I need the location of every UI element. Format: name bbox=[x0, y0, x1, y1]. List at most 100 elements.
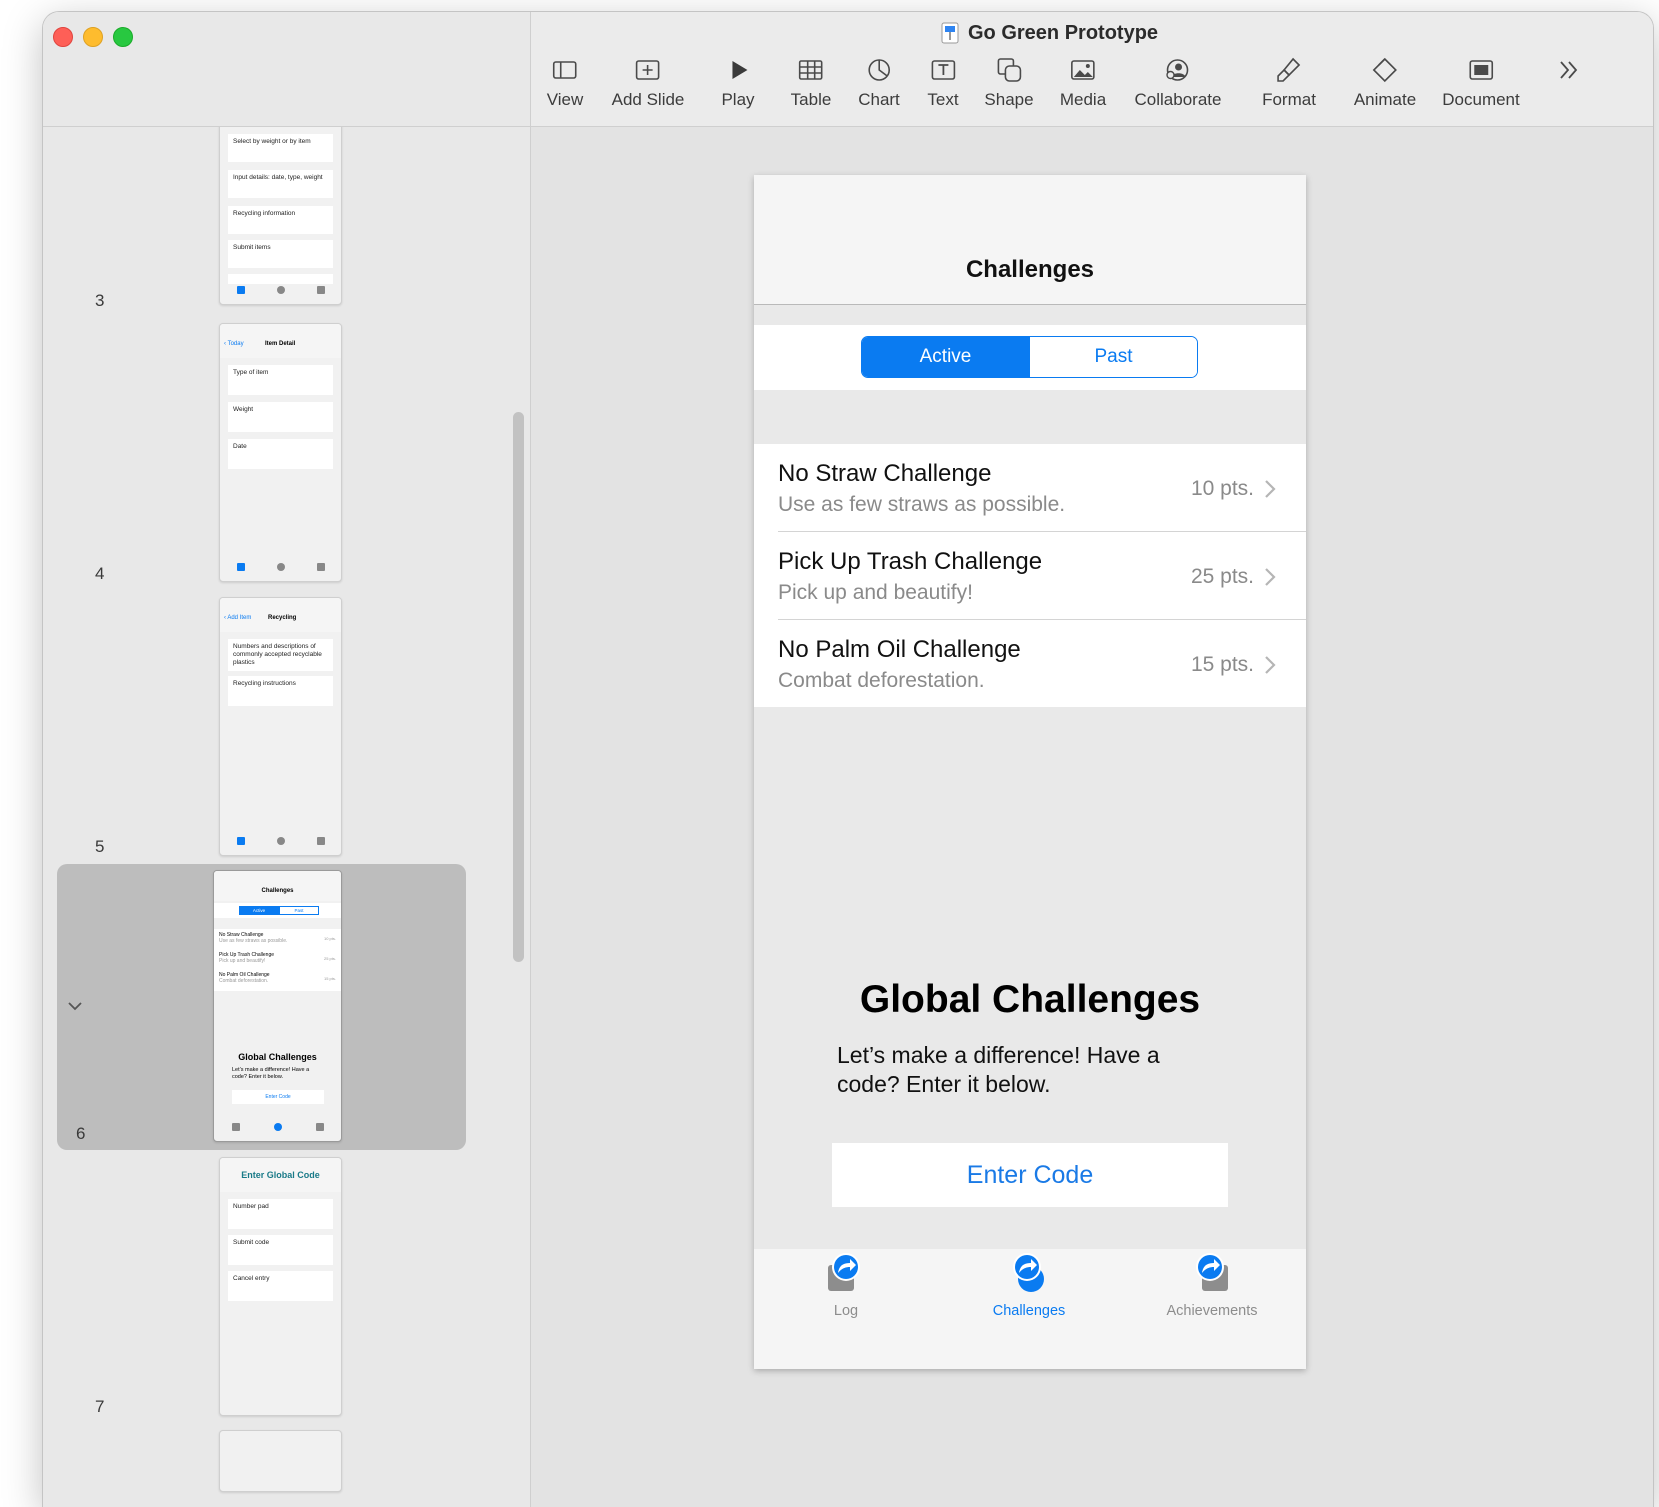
chevron-right-icon bbox=[1265, 656, 1276, 674]
toolbar-collaborate-button[interactable]: Collaborate bbox=[1135, 56, 1221, 110]
toolbar-chart-button[interactable]: Chart bbox=[858, 56, 900, 110]
tab-label: Log bbox=[833, 1303, 859, 1319]
slide-number: 6 bbox=[76, 1124, 86, 1143]
log-icon bbox=[828, 1253, 860, 1291]
tab-bar: Log Challenges Achievements bbox=[754, 1249, 1306, 1369]
list-item[interactable]: Pick Up Trash Challenge Pick up and beau… bbox=[778, 532, 1306, 620]
thumb-navbar: Challenges bbox=[214, 871, 341, 901]
minimize-button[interactable] bbox=[83, 27, 103, 47]
navigation-bar: Challenges bbox=[754, 175, 1306, 305]
thumb-title: Recycling bbox=[268, 615, 297, 621]
thumb-achievements-icon bbox=[316, 1123, 324, 1131]
keynote-document-icon bbox=[941, 22, 959, 44]
text-icon bbox=[931, 60, 955, 80]
toolbar-shape-button[interactable]: Shape bbox=[984, 56, 1034, 110]
toolbar-add-slide-button[interactable]: Add Slide bbox=[611, 56, 685, 110]
collapse-chevron-icon[interactable] bbox=[67, 999, 83, 1011]
thumb-log-icon bbox=[232, 1123, 240, 1131]
list-item[interactable]: No Straw Challenge Use as few straws as … bbox=[778, 444, 1306, 532]
slide-thumbnail-3[interactable]: Select by weight or by item Input detail… bbox=[219, 127, 342, 305]
toolbar-document-button[interactable]: Document bbox=[1442, 56, 1520, 110]
challenges-icon bbox=[1013, 1253, 1044, 1292]
toolbar-media-button[interactable]: Media bbox=[1060, 56, 1106, 110]
document-title: Go Green Prototype bbox=[941, 20, 1158, 46]
enter-code-button[interactable]: Enter Code bbox=[832, 1143, 1228, 1207]
format-brush-icon bbox=[1277, 57, 1301, 82]
document-icon bbox=[1469, 60, 1493, 80]
toolbar-animate-button[interactable]: Animate bbox=[1354, 56, 1416, 110]
thumb-row: Cancel entry bbox=[228, 1271, 333, 1301]
thumb-navbar: ‹ Add Item Recycling bbox=[220, 598, 341, 632]
thumb-achievements-icon bbox=[317, 837, 325, 845]
thumb-log-icon bbox=[237, 837, 245, 845]
media-icon bbox=[1071, 60, 1095, 80]
thumb-challenges-icon bbox=[277, 286, 285, 294]
segment-active[interactable]: Active bbox=[862, 337, 1029, 377]
toolbar-format-button[interactable]: Format bbox=[1262, 56, 1316, 110]
slide-navigator: Select by weight or by item Input detail… bbox=[43, 12, 531, 1507]
thumb-row: Date bbox=[228, 439, 333, 469]
toolbar-table-button[interactable]: Table bbox=[790, 56, 832, 110]
slide-canvas[interactable]: Challenges Active Past No Straw Challeng… bbox=[754, 175, 1306, 1369]
thumb-row: Numbers and descriptions of commonly acc… bbox=[228, 639, 333, 671]
close-button[interactable] bbox=[53, 27, 73, 47]
toolbar-play-button[interactable]: Play bbox=[721, 56, 755, 110]
tab-log[interactable]: Log bbox=[776, 1249, 916, 1319]
challenge-list: No Straw Challenge Use as few straws as … bbox=[754, 444, 1306, 707]
challenge-subtitle: Combat deforestation. bbox=[778, 669, 985, 692]
segmented-control-band: Active Past bbox=[754, 325, 1306, 390]
list-item[interactable]: No Palm Oil Challenge Combat deforestati… bbox=[778, 620, 1306, 707]
thumb-enter-code-button: Enter Code bbox=[232, 1090, 324, 1104]
thumb-list-item-pts: 25 pts. bbox=[323, 956, 336, 961]
achievements-icon bbox=[1196, 1253, 1228, 1291]
toolbar: Go Green Prototype View Add Slide Play T… bbox=[531, 12, 1653, 127]
thumb-row: Recycling instructions bbox=[228, 676, 333, 706]
toolbar-label: Format bbox=[1262, 90, 1316, 109]
slide-thumbnail-4[interactable]: ‹ Today Item Detail Type of item Weight … bbox=[219, 323, 342, 582]
challenge-title: No Straw Challenge bbox=[778, 460, 992, 487]
toolbar-label: Text bbox=[927, 90, 959, 109]
slide-thumbnail-7[interactable]: Enter Global Code Number pad Submit code… bbox=[219, 1157, 342, 1416]
thumb-row: Submit items bbox=[228, 240, 333, 268]
thumb-row: Number pad bbox=[228, 1199, 333, 1229]
thumb-challenges-icon bbox=[274, 1123, 282, 1131]
thumb-list-item-pts: 15 pts. bbox=[323, 976, 336, 981]
tab-label: Challenges bbox=[992, 1303, 1066, 1319]
thumb-title: Enter Global Code bbox=[241, 1170, 320, 1180]
chevron-right-icon bbox=[1265, 480, 1276, 498]
thumb-challenge-list: No Straw Challenge Use as few straws as p… bbox=[214, 929, 341, 991]
toolbar-label: Document bbox=[1442, 90, 1520, 109]
chevron-double-right-icon bbox=[1560, 61, 1578, 79]
toolbar-label: Shape bbox=[984, 90, 1034, 109]
zoom-button[interactable] bbox=[113, 27, 133, 47]
shape-icon bbox=[997, 58, 1021, 82]
slide-thumbnail-5[interactable]: ‹ Add Item Recycling Numbers and descrip… bbox=[219, 597, 342, 856]
thumb-achievements-icon bbox=[317, 563, 325, 571]
thumb-back: ‹ Today bbox=[224, 341, 244, 347]
challenge-title: No Palm Oil Challenge bbox=[778, 636, 1021, 663]
slide-thumbnail-8[interactable] bbox=[219, 1430, 342, 1492]
thumb-title: Item Detail bbox=[265, 341, 296, 347]
challenge-points: 10 pts. bbox=[1190, 477, 1254, 500]
thumb-row: Submit code bbox=[228, 1235, 333, 1265]
toolbar-label: Chart bbox=[858, 90, 900, 109]
thumb-log-icon bbox=[237, 563, 245, 571]
tab-challenges[interactable]: Challenges bbox=[959, 1249, 1099, 1319]
challenge-subtitle: Pick up and beautify! bbox=[778, 581, 973, 604]
toolbar-text-button[interactable]: Text bbox=[927, 56, 959, 110]
segment-past[interactable]: Past bbox=[1029, 337, 1197, 377]
sidebar-icon bbox=[553, 61, 577, 79]
slide-thumbnail-6[interactable]: Challenges Active Past No Straw Challeng… bbox=[213, 870, 342, 1142]
toolbar-label: Table bbox=[790, 90, 832, 109]
thumb-row: Weight bbox=[228, 402, 333, 432]
tab-label: Achievements bbox=[1166, 1303, 1258, 1319]
challenge-points: 25 pts. bbox=[1190, 565, 1254, 588]
toolbar-view-button[interactable]: View bbox=[547, 56, 583, 110]
toolbar-label: Add Slide bbox=[611, 90, 685, 109]
thumb-segmented: Active Past bbox=[214, 903, 341, 918]
thumb-segment-active: Active bbox=[239, 906, 279, 915]
tab-achievements[interactable]: Achievements bbox=[1142, 1249, 1282, 1319]
toolbar-overflow-button[interactable] bbox=[1555, 56, 1583, 84]
navigator-scrollbar[interactable] bbox=[513, 412, 524, 962]
slide-number: 3 bbox=[95, 291, 105, 310]
